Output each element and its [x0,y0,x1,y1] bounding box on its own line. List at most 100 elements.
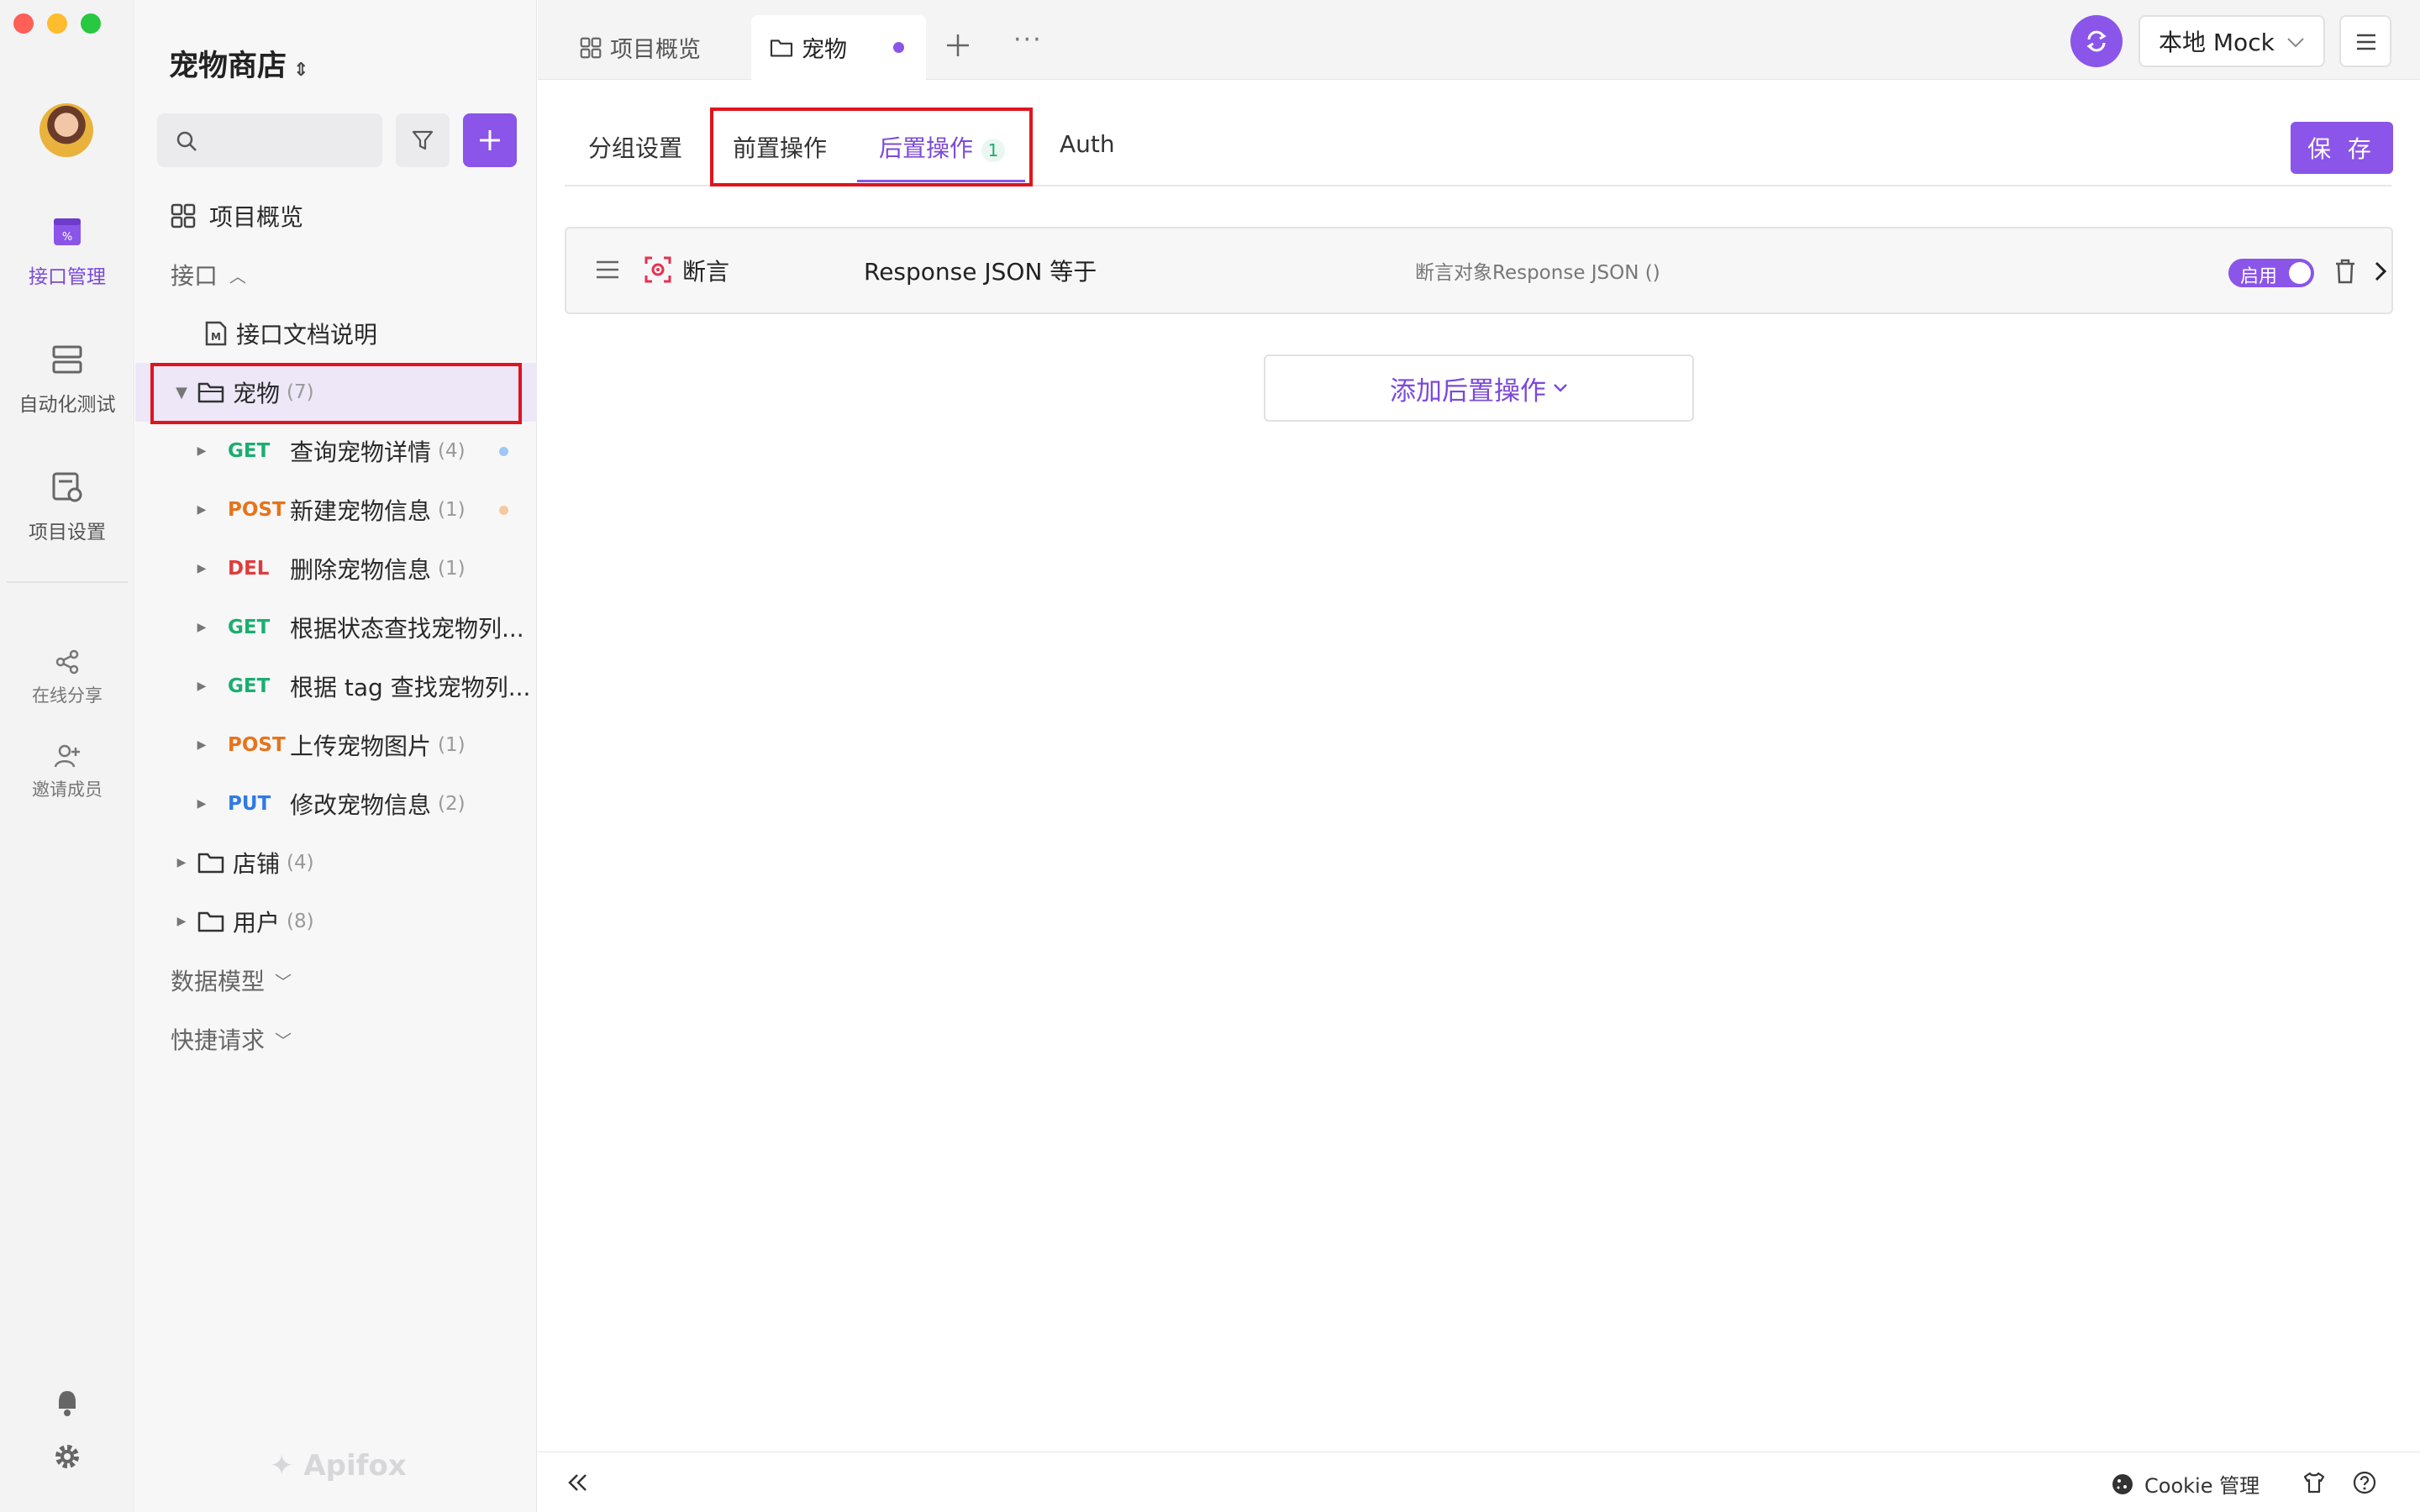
plus-icon [480,130,500,150]
chevron-right-icon[interactable] [2373,260,2388,282]
folder-icon [197,853,224,874]
endpoint-item[interactable]: ▶ POST 上传宠物图片 (1) [135,716,537,774]
nav-api-management[interactable]: % 接口管理 [0,215,134,289]
close-window-button[interactable] [13,13,34,34]
markdown-doc-icon: M [205,321,227,346]
status-bar: Cookie 管理 [538,1452,2420,1512]
main-panel: 项目概览 宠物 ··· 本地 Mock 分组设置 前置操作 后置操作 1 Aut… [538,0,2420,1512]
folder-label: 店铺 [233,850,281,878]
environment-select[interactable]: 本地 Mock [2139,15,2325,67]
folder-pet[interactable]: ▼ 宠物 (7) [135,363,537,422]
endpoint-count: (4) [438,440,466,462]
caret-right-icon: ▶ [176,915,187,928]
share-online-button[interactable]: 在线分享 [0,648,134,707]
endpoint-item[interactable]: ▶ GET 查询宠物详情 (4) [135,422,537,480]
invite-member-label: 邀请成员 [32,780,103,800]
endpoint-count: (1) [438,499,466,521]
add-button[interactable] [463,113,517,167]
section-label: 接口 [171,262,218,290]
cookie-manager-button[interactable]: Cookie 管理 [2111,1469,2260,1499]
sidebar-item-overview[interactable]: 项目概览 [135,186,537,245]
save-button[interactable]: 保 存 [2291,122,2393,174]
cookie-label: Cookie 管理 [2144,1474,2260,1498]
endpoint-item[interactable]: ▶ GET 根据 tag 查找宠物列... [135,657,537,716]
minimize-window-button[interactable] [47,13,67,34]
assertion-type-label: 断言 [682,258,730,286]
more-tabs-icon[interactable]: ··· [1013,25,1043,55]
updown-chevron-icon: ⇕ [293,60,309,81]
endpoint-label: 根据 tag 查找宠物列... [290,674,531,701]
filter-button[interactable] [396,113,450,167]
help-icon[interactable] [2353,1471,2376,1494]
method-badge: GET [228,675,271,697]
bell-icon[interactable] [52,1388,82,1418]
endpoint-label: 查询宠物详情 [290,438,432,466]
folder-store[interactable]: ▶ 店铺 (4) [135,833,537,892]
caret-right-icon: ▶ [176,856,187,869]
endpoint-count: (1) [438,558,466,580]
invite-member-icon [54,744,80,768]
folder-count: (7) [287,381,314,403]
cookie-icon [2112,1473,2133,1494]
method-badge: DEL [228,558,270,580]
assertion-target-icon [644,256,671,283]
folder-label: 宠物 [233,380,281,407]
quick-request-section[interactable]: 快捷请求 ﹀ [135,1010,537,1068]
invite-member-button[interactable]: 邀请成员 [0,743,134,801]
sidebar-item-api-doc[interactable]: M 接口文档说明 [135,304,537,363]
assertion-row[interactable]: 断言 Response JSON 等于 断言对象Response JSON ()… [565,227,2393,314]
collapse-sidebar-icon[interactable] [566,1473,588,1493]
enable-toggle[interactable]: 启用 [2228,259,2314,287]
shirt-icon[interactable] [2302,1471,2326,1494]
endpoint-item[interactable]: ▶ DEL 删除宠物信息 (1) [135,539,537,598]
folder-count: (8) [287,911,314,932]
tab-auth[interactable]: Auth [1060,130,1115,158]
new-tab-plus-icon[interactable] [944,32,971,59]
menu-button[interactable] [2339,15,2391,67]
nav-project-settings-label: 项目设置 [29,522,106,543]
status-dot [499,505,508,515]
sidebar-item-label: 接口文档说明 [236,321,378,349]
sync-button[interactable] [2070,15,2123,67]
api-section-header[interactable]: 接口 ︿ [135,245,537,304]
api-sidebar: 宠物商店 ⇕ 项目概览 接口 ︿ M 接口文档说明 ▼ 宠物 (7) ▶ GET… [135,0,537,1512]
method-badge: PUT [228,793,271,815]
tab-label: 宠物 [802,37,847,63]
maximize-window-button[interactable] [81,13,101,34]
endpoint-item[interactable]: ▶ PUT 修改宠物信息 (2) [135,774,537,833]
nav-project-settings[interactable]: 项目设置 [0,470,134,544]
endpoint-count: (1) [438,734,466,756]
gear-icon[interactable] [52,1441,82,1472]
tabs-divider [565,185,2391,186]
search-input[interactable] [206,123,374,157]
endpoint-item[interactable]: ▶ POST 新建宠物信息 (1) [135,480,537,539]
endpoint-item[interactable]: ▶ GET 根据状态查找宠物列... [135,598,537,657]
caret-right-icon: ▶ [197,680,207,693]
svg-text:%: % [62,231,72,244]
assertion-target: 断言对象Response JSON () [1415,262,1660,284]
search-box[interactable] [157,113,382,167]
project-switcher[interactable]: 宠物商店 ⇕ [169,42,308,85]
caret-right-icon: ▶ [197,562,207,575]
trash-icon[interactable] [2334,259,2356,284]
tab-group-settings[interactable]: 分组设置 [588,130,682,164]
tab-pet[interactable]: 宠物 [751,15,926,80]
endpoint-label: 上传宠物图片 [290,732,432,760]
toggle-label: 启用 [2240,266,2278,287]
folder-count: (4) [287,852,314,874]
nav-automation-test[interactable]: 自动化测试 [0,343,134,417]
endpoint-label: 根据状态查找宠物列... [290,615,524,643]
folder-user[interactable]: ▶ 用户 (8) [135,892,537,951]
add-post-operation-button[interactable]: 添加后置操作 [1264,354,1694,422]
toggle-knob [2289,262,2311,284]
add-post-label: 添加后置操作 [1390,375,1546,407]
avatar[interactable] [39,103,93,157]
folder-icon [197,911,224,932]
drag-handle-icon[interactable] [595,259,620,281]
chevron-down-icon: ﹀ [275,1030,292,1051]
tab-post-operations[interactable]: 后置操作 1 [879,130,1006,164]
tab-overview[interactable]: 项目概览 [570,15,711,80]
data-model-section[interactable]: 数据模型 ﹀ [135,951,537,1010]
sidebar-item-label: 项目概览 [209,203,304,231]
tab-pre-operations[interactable]: 前置操作 [733,130,827,164]
